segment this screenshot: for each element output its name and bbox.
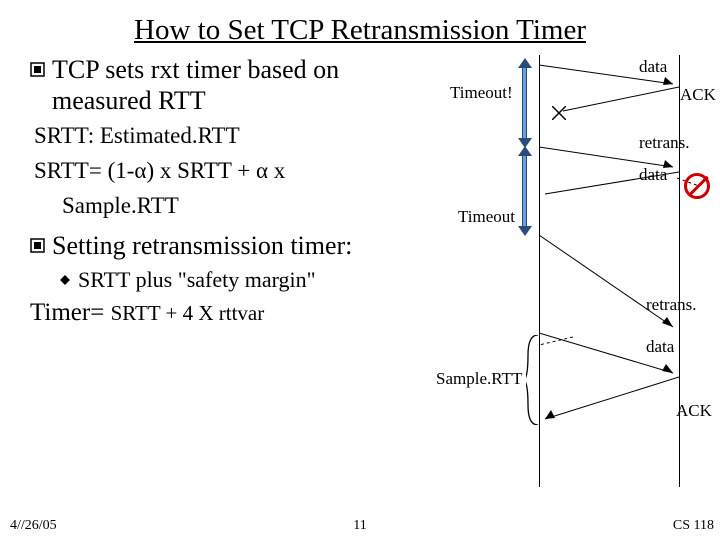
label-timeout-bang: Timeout! — [450, 83, 513, 103]
bullet-text: Setting retransmission timer: — [52, 231, 352, 262]
bullet-text: TCP sets rxt timer based on measured RTT — [52, 55, 440, 116]
label-data-3: data — [646, 337, 674, 357]
srtt-def-1: SRTT: Estimated.RTT — [34, 122, 440, 151]
no-entry-icon — [684, 173, 710, 199]
label-ack-1: ACK — [680, 85, 716, 105]
subbullet-safety-margin: SRTT plus "safety margin" — [58, 267, 440, 293]
content-area: TCP sets rxt timer based on measured RTT… — [0, 55, 720, 505]
arrow-retrans-2 — [539, 233, 679, 333]
brace-icon — [526, 335, 540, 425]
label-retrans-1: retrans. — [639, 133, 690, 153]
square-bullet-icon — [30, 62, 46, 78]
label-retrans-2: retrans. — [646, 295, 697, 315]
footer-course: CS 118 — [673, 518, 714, 534]
page-title: How to Set TCP Retransmission Timer — [0, 0, 720, 55]
arrow-data-3-origin — [539, 335, 573, 349]
bullet-setting-timer: Setting retransmission timer: — [30, 231, 440, 262]
cross-icon — [552, 106, 566, 120]
footer-page: 11 — [353, 518, 366, 534]
square-bullet-icon — [30, 238, 46, 254]
label-timeout: Timeout — [458, 207, 515, 227]
timer-equation: Timer= SRTT + 4 X rttvar — [30, 299, 440, 327]
timing-diagram: Timeout! Timeout data ACK re — [444, 55, 712, 495]
timer-eq-body: SRTT + 4 X rttvar — [111, 301, 265, 325]
arrow-up-icon — [518, 146, 532, 156]
arrow-up-icon — [518, 58, 532, 68]
timer-bar-1 — [522, 65, 527, 141]
arrow-ack-3 — [539, 375, 679, 425]
srtt-formula: SRTT= (1-α) x SRTT + α x — [34, 157, 440, 186]
arrow-down-icon — [518, 226, 532, 236]
srtt-formula-cont: Sample.RTT — [34, 192, 440, 221]
label-data-2: data — [639, 165, 667, 185]
label-sample-rtt: Sample.RTT — [436, 369, 522, 389]
host-b-line — [679, 55, 680, 487]
footer: 4//26/05 11 CS 118 — [0, 512, 720, 534]
left-column: TCP sets rxt timer based on measured RTT… — [30, 55, 440, 327]
subbullet-text: SRTT plus "safety margin" — [78, 267, 316, 293]
footer-date: 4//26/05 — [10, 518, 57, 534]
timer-eq-prefix: Timer= — [30, 299, 111, 326]
label-data-1: data — [639, 57, 667, 77]
timer-bar-2 — [522, 153, 527, 229]
bullet-tcp-sets: TCP sets rxt timer based on measured RTT — [30, 55, 440, 116]
label-ack-3: ACK — [676, 401, 712, 421]
diamond-bullet-icon — [58, 273, 72, 287]
